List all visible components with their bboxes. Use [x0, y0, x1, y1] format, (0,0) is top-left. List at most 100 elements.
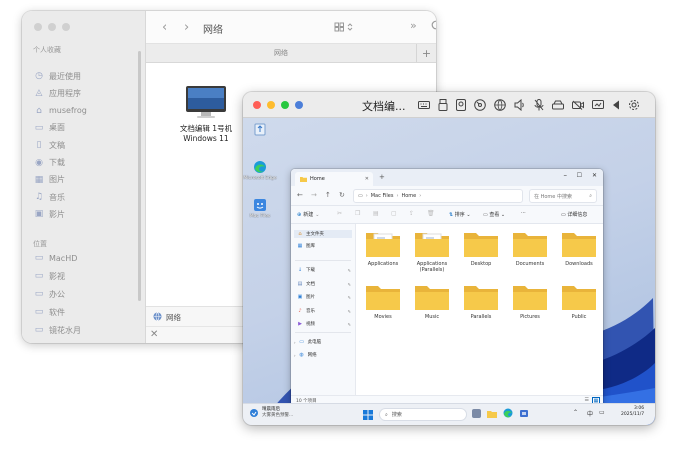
network-status-icon[interactable]: ▭ — [599, 409, 605, 416]
camera-off-icon[interactable] — [572, 100, 584, 110]
nav-item-video[interactable]: ▶ 视频 — [297, 321, 315, 327]
cd-icon[interactable] — [474, 99, 486, 111]
close-window-icon[interactable]: ✕ — [592, 172, 597, 179]
breadcrumb-home[interactable]: Home — [401, 193, 416, 199]
globe-icon[interactable] — [494, 99, 506, 111]
tray-chevron-icon[interactable]: ⌃ — [573, 409, 578, 416]
forward-icon[interactable]: › — [184, 20, 189, 35]
close-tab-icon[interactable]: ✕ — [365, 176, 369, 182]
keyboard-icon[interactable] — [418, 100, 430, 110]
nav-item-music[interactable]: ♪ 音乐 — [297, 308, 315, 314]
language-icon[interactable]: 中 — [587, 409, 593, 418]
folder-item[interactable]: Pictures — [508, 283, 552, 320]
explorer-search-input[interactable]: 在 Home 中搜索 ⌕ — [529, 189, 597, 203]
up-icon[interactable]: ↑ — [325, 191, 331, 199]
tab-network[interactable]: 网络 — [146, 44, 416, 62]
cut-icon[interactable]: ✂ — [337, 210, 342, 217]
sidebar-item-5[interactable]: ▯ 文稿 — [34, 138, 65, 152]
sidebar-item-1[interactable]: ▭ MacHD — [34, 251, 78, 265]
coherence-button[interactable] — [295, 101, 303, 109]
sidebar-item-3[interactable]: ▭ 办公 — [34, 287, 65, 301]
folder-item[interactable]: Music — [410, 283, 454, 320]
close-button[interactable] — [253, 101, 261, 109]
sidebar-scrollbar[interactable] — [138, 51, 141, 301]
play-back-icon[interactable] — [612, 100, 620, 110]
new-tab-icon[interactable]: + — [379, 173, 385, 181]
forward-icon[interactable]: → — [311, 191, 317, 199]
taskbar-clock[interactable]: 3:06 2025/11/7 — [621, 406, 644, 418]
speaker-icon[interactable] — [514, 99, 526, 111]
minimize-button[interactable] — [48, 23, 56, 31]
nav-item-network[interactable]: › ◍ 网络 — [294, 352, 317, 358]
search-icon[interactable] — [431, 20, 436, 32]
folder-item[interactable]: Movies — [361, 283, 405, 320]
nav-item-home[interactable]: ⌂ 主文件夹 — [294, 230, 352, 238]
tab-home[interactable]: Home ✕ — [295, 172, 373, 186]
paste-icon[interactable]: ▤ — [373, 210, 379, 217]
refresh-icon[interactable]: ↻ — [339, 191, 345, 199]
gear-icon[interactable] — [628, 99, 640, 111]
rename-icon[interactable]: ▢ — [391, 210, 397, 217]
sidebar-item-6[interactable]: ▭文档编辑 1号... — [34, 341, 104, 343]
file-explorer-taskbar-icon[interactable] — [487, 409, 497, 419]
printer-icon[interactable] — [552, 100, 564, 110]
sidebar-item-1[interactable]: ◷ 最近使用 — [34, 69, 81, 83]
close-icon[interactable]: ✕ — [150, 329, 158, 340]
copy-icon[interactable]: ❐ — [355, 210, 360, 217]
nav-item-gallery[interactable]: ▦ 图库 — [297, 243, 315, 249]
folder-item[interactable]: Public — [557, 283, 601, 320]
usb-icon[interactable] — [438, 99, 448, 111]
close-button[interactable] — [34, 23, 42, 31]
nav-item-pictures[interactable]: ▣ 图片 — [297, 294, 315, 300]
add-tab-icon[interactable]: + — [416, 44, 436, 62]
sidebar-item-4[interactable]: ▭ 软件 — [34, 305, 65, 319]
delete-icon[interactable]: 🗑 — [427, 210, 435, 217]
desktop-edge[interactable]: Microsoft Edge — [243, 160, 277, 181]
taskbar-search-box[interactable]: ⌕ 搜索 — [379, 408, 467, 421]
nav-item-download[interactable]: ↓ 下载 — [297, 267, 315, 273]
hard-disk-icon[interactable] — [456, 99, 466, 111]
sidebar-item-4[interactable]: ▭ 桌面 — [34, 121, 65, 135]
sidebar-item-9[interactable]: ▣ 影片 — [34, 207, 65, 221]
view-button[interactable]: ▭ 查看 ⌄ — [483, 211, 505, 218]
store-taskbar-icon[interactable] — [519, 408, 529, 418]
back-icon[interactable]: ‹ — [162, 20, 167, 35]
folder-item[interactable]: Desktop — [459, 230, 503, 267]
sidebar-item-2[interactable]: ◬ 应用程序 — [34, 86, 81, 100]
network-computer-item[interactable]: 文档编辑 1号机 Windows 11 — [156, 85, 256, 144]
more-options-button[interactable]: ··· — [521, 210, 526, 216]
path-network[interactable]: 网络 — [166, 312, 181, 323]
more-toolbar-icon[interactable]: » — [410, 19, 417, 32]
minimize-button[interactable] — [267, 101, 275, 109]
folder-item[interactable]: Applications — [361, 230, 405, 267]
desktop-recycle-bin[interactable] — [243, 122, 277, 136]
microphone-mute-icon[interactable] — [534, 99, 544, 111]
new-button[interactable]: ⊕ 新建 ⌄ — [297, 211, 319, 219]
address-field[interactable]: ▭ › Mac Files › Home › — [353, 189, 523, 203]
back-icon[interactable]: ← — [297, 191, 303, 199]
desktop-mac-files[interactable]: Mac Files — [243, 198, 277, 219]
nav-item-document[interactable]: ▤ 文档 — [297, 281, 315, 287]
weather-widget[interactable]: 晴晨雨后 大雾黄色预警... — [249, 407, 293, 418]
task-view-icon[interactable] — [472, 409, 481, 418]
view-grid-icon[interactable] — [332, 20, 356, 34]
sidebar-item-5[interactable]: ▭ 镜花水月 — [34, 323, 81, 337]
sort-button[interactable]: ⇅ 排序 ⌄ — [449, 211, 471, 218]
minimize-icon[interactable]: – — [564, 171, 568, 179]
sidebar-item-2[interactable]: ▭ 影视 — [34, 269, 65, 283]
screenshot-icon[interactable] — [592, 100, 604, 110]
maximize-icon[interactable]: ☐ — [577, 172, 582, 179]
breadcrumb-mac-files[interactable]: Mac Files — [371, 193, 394, 199]
nav-item-pc[interactable]: › ▭ 此电脑 — [294, 339, 321, 345]
folder-item[interactable]: Applications (Parallels) — [410, 230, 454, 273]
share-icon[interactable]: ⇪ — [409, 210, 414, 217]
zoom-button[interactable] — [62, 23, 70, 31]
folder-item[interactable]: Downloads — [557, 230, 601, 267]
sidebar-item-7[interactable]: ▦ 图片 — [34, 173, 65, 187]
sidebar-item-6[interactable]: ◉ 下载 — [34, 156, 65, 170]
folder-item[interactable]: Parallels — [459, 283, 503, 320]
folder-item[interactable]: Documents — [508, 230, 552, 267]
edge-taskbar-icon[interactable] — [503, 408, 513, 418]
details-button[interactable]: ▭ 详细信息 — [561, 211, 587, 218]
sidebar-item-8[interactable]: ♫ 音乐 — [34, 190, 65, 204]
